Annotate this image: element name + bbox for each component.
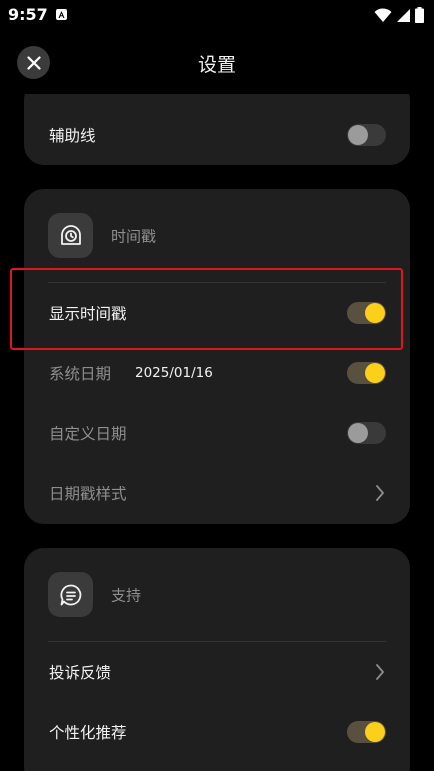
system-date-toggle[interactable] [347,362,386,384]
header: 设置 [0,30,434,94]
timestamp-card: 时间戳 显示时间戳 系统日期 2025/01/16 自定义日期 日期戳样式 [24,189,410,524]
support-section-header: 支持 [24,572,410,618]
personalized-recommendation-row[interactable]: 个性化推荐 [24,702,410,762]
custom-date-label: 自定义日期 [49,425,127,443]
system-date-label: 系统日期 [49,365,112,383]
status-time: 9:57 [8,5,48,24]
toggle-knob [365,363,385,383]
timestamp-section-title: 时间戳 [111,227,157,246]
date-stamp-style-label: 日期戳样式 [49,485,127,503]
support-card: 支持 投诉反馈 个性化推荐 [24,548,410,771]
show-timestamp-row[interactable]: 显示时间戳 [24,283,410,343]
toggle-knob [365,722,385,742]
guides-label: 辅助线 [49,127,96,145]
clock-stamp-icon [48,213,93,258]
battery-icon [415,7,424,27]
accessibility-a-icon [56,9,67,20]
status-icons [374,7,424,27]
personalized-recommendation-label: 个性化推荐 [49,724,127,742]
chevron-right-icon [376,664,384,680]
status-bar: 9:57 [0,0,434,30]
timestamp-section-header: 时间戳 [24,213,410,259]
support-section-title: 支持 [111,586,142,605]
custom-date-toggle[interactable] [347,422,386,444]
system-date-value: 2025/01/16 [135,365,213,381]
system-date-row[interactable]: 系统日期 2025/01/16 [24,343,410,403]
wifi-icon [374,7,392,27]
cellular-signal-icon [396,8,411,27]
show-timestamp-label: 显示时间戳 [49,305,127,323]
guides-toggle[interactable] [347,124,386,146]
feedback-row[interactable]: 投诉反馈 [24,642,410,702]
date-stamp-style-row[interactable]: 日期戳样式 [24,463,410,523]
page-title: 设置 [197,54,236,76]
personalized-recommendation-toggle[interactable] [347,721,386,743]
message-icon [48,572,93,617]
custom-date-row[interactable]: 自定义日期 [24,403,410,463]
chevron-right-icon [376,485,384,501]
show-timestamp-toggle[interactable] [347,302,386,324]
toggle-knob [348,125,368,145]
toggle-knob [348,423,368,443]
toggle-knob [365,303,385,323]
feedback-label: 投诉反馈 [49,664,112,682]
guides-row[interactable]: 辅助线 [24,105,410,165]
